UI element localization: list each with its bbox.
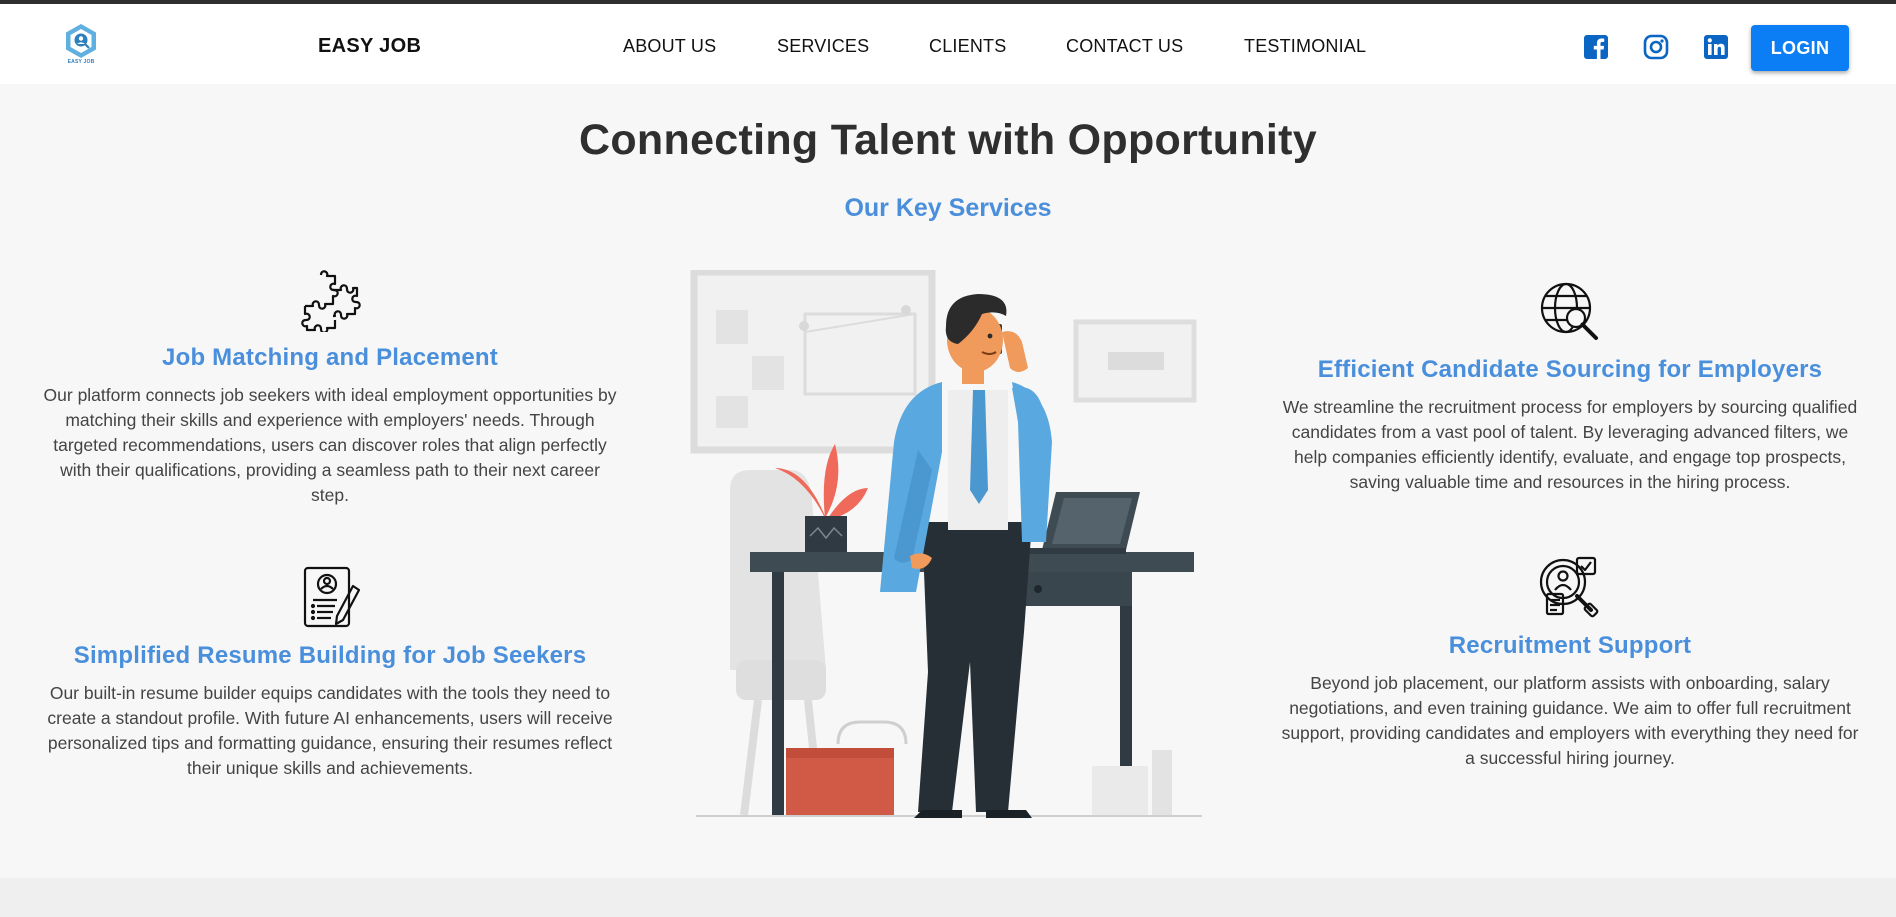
- instagram-icon[interactable]: [1643, 34, 1669, 60]
- service-description: Beyond job placement, our platform assis…: [1281, 673, 1859, 768]
- resume-icon: [303, 566, 361, 628]
- service-card-recruitment-support: Recruitment Support Beyond job placement…: [1275, 554, 1865, 771]
- service-title: Simplified Resume Building for Job Seeke…: [73, 642, 587, 669]
- businessman-illustration: [690, 270, 1205, 820]
- nav-about-us[interactable]: ABOUT US: [623, 36, 716, 57]
- service-description: Our platform connects job seekers with i…: [43, 385, 617, 505]
- linkedin-icon[interactable]: [1703, 34, 1729, 60]
- service-title: Efficient Candidate Sourcing for Employe…: [1317, 356, 1823, 383]
- site-header: EASY JOB EASY JOB ABOUT US SERVICES CLIE…: [0, 4, 1896, 84]
- service-description: Our built-in resume builder equips candi…: [47, 683, 613, 778]
- facebook-icon[interactable]: [1583, 34, 1609, 60]
- footer-band: [0, 878, 1896, 917]
- recruitment-icon: [1539, 556, 1599, 618]
- service-description: We streamline the recruitment process fo…: [1282, 397, 1858, 492]
- service-card-resume-building: Simplified Resume Building for Job Seeke…: [35, 564, 625, 781]
- section-title: Our Key Services: [844, 194, 1052, 222]
- nav-services[interactable]: SERVICES: [777, 36, 869, 57]
- nav-testimonial[interactable]: TESTIMONIAL: [1244, 36, 1366, 57]
- puzzle-icon: [301, 270, 361, 332]
- page-title: Connecting Talent with Opportunity: [579, 116, 1317, 164]
- service-card-candidate-sourcing: Efficient Candidate Sourcing for Employe…: [1275, 280, 1865, 495]
- globe-search-icon: [1540, 282, 1598, 340]
- service-title: Recruitment Support: [1448, 632, 1692, 659]
- service-title: Job Matching and Placement: [162, 344, 498, 371]
- services-section: Connecting Talent with Opportunity Our K…: [0, 84, 1896, 878]
- login-button[interactable]: LOGIN: [1751, 25, 1849, 71]
- service-card-job-matching: Job Matching and Placement Our platform …: [40, 266, 620, 508]
- nav-contact-us[interactable]: CONTACT US: [1066, 36, 1183, 57]
- main-nav: ABOUT US SERVICES CLIENTS CONTACT US TES…: [0, 36, 1896, 60]
- nav-clients[interactable]: CLIENTS: [929, 36, 1006, 57]
